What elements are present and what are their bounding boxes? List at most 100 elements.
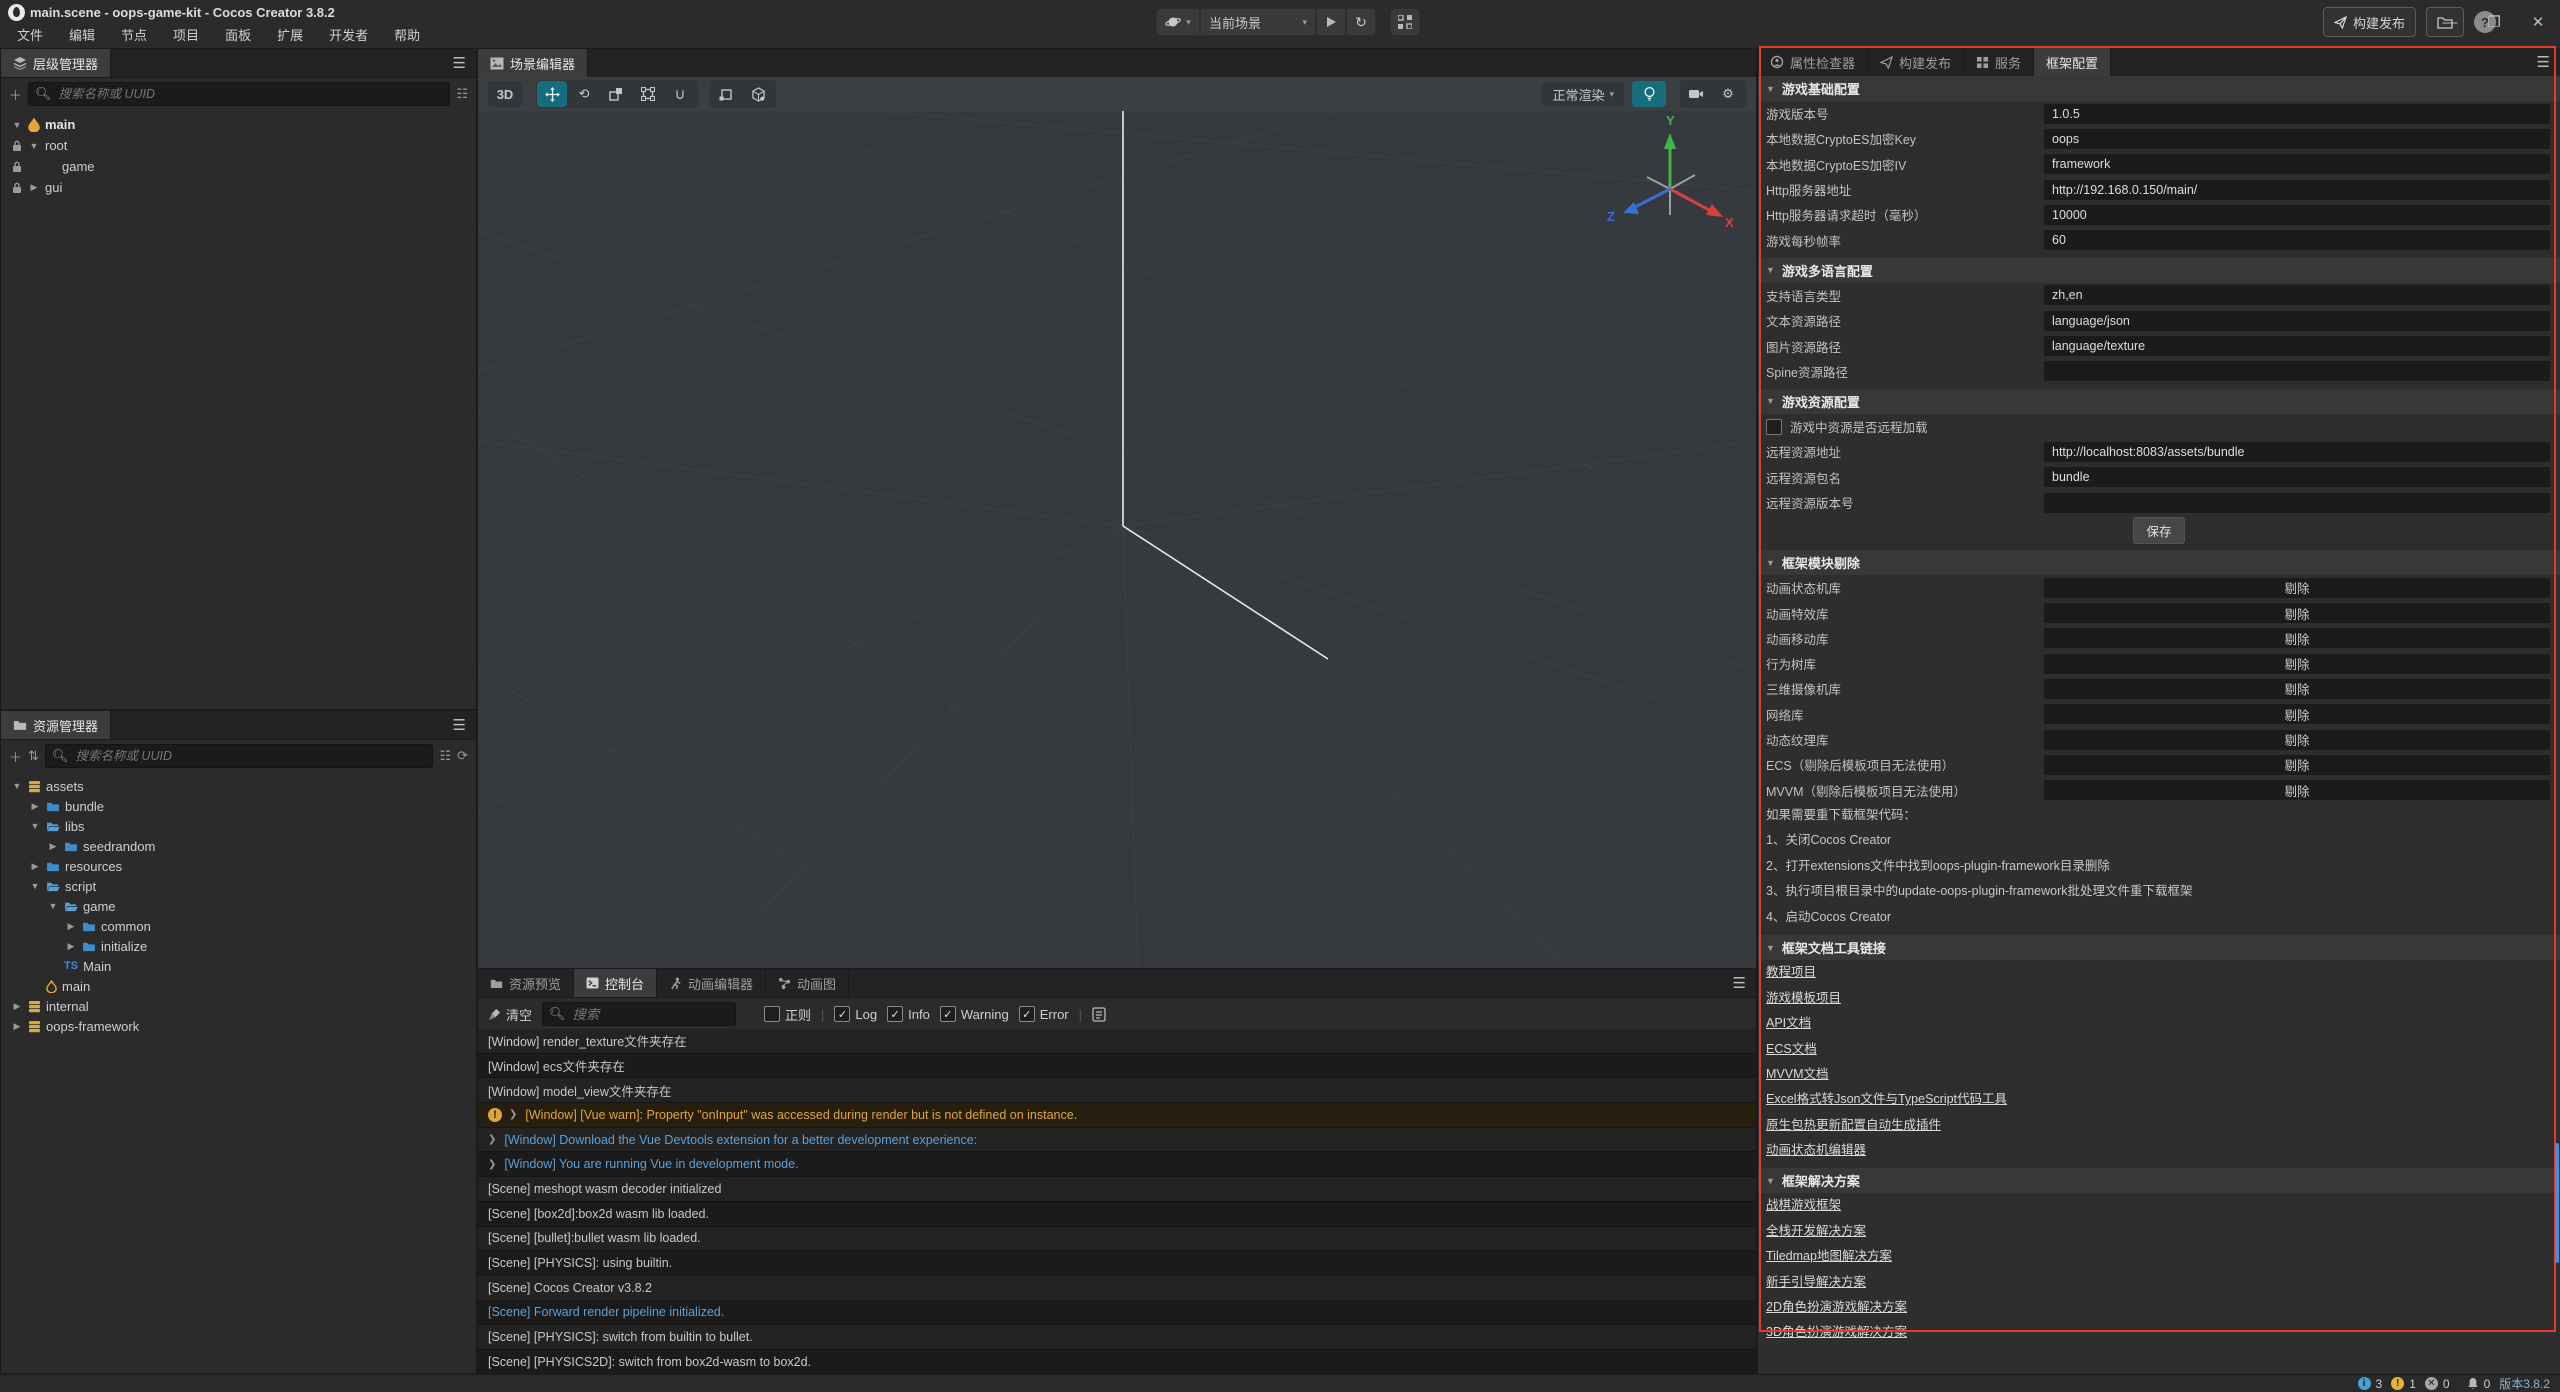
tab-asset-preview[interactable]: 资源预览 — [478, 969, 574, 997]
expand-icon[interactable]: ❯ — [509, 1109, 517, 1120]
menu-file[interactable]: 文件 — [4, 25, 56, 47]
minimize-button[interactable]: — — [2428, 14, 2472, 31]
scene-viewport[interactable]: Y X Z — [478, 111, 1756, 969]
tab-hierarchy[interactable]: 层级管理器 — [1, 49, 111, 77]
anchor-tool-button[interactable]: ∪ — [665, 81, 695, 107]
section-module-trim[interactable]: ▼框架模块剔除 — [1758, 550, 2560, 575]
section-doc-links[interactable]: ▼框架文档工具链接 — [1758, 935, 2560, 960]
console-message[interactable]: [Window] render_texture文件夹存在 — [478, 1029, 1756, 1054]
inspector-scrollbar-thumb[interactable] — [2555, 1143, 2559, 1263]
log-file-icon[interactable] — [1092, 1007, 1106, 1022]
console-message[interactable]: [Window] model_view文件夹存在 — [478, 1078, 1756, 1103]
scene-camera-button[interactable] — [1681, 81, 1711, 107]
hierarchy-search-input[interactable] — [57, 86, 444, 102]
sort-icon[interactable]: ⇅ — [28, 748, 39, 764]
link-wargame-framework[interactable]: 战棋游戏框架 — [1758, 1193, 2560, 1218]
error-count-icon[interactable]: ✕ — [2425, 1377, 2438, 1390]
tab-scene-editor[interactable]: 场景编辑器 — [478, 49, 588, 77]
link-excel-tool[interactable]: Excel格式转Json文件与TypeScript代码工具 — [1758, 1087, 2560, 1112]
menu-panel[interactable]: 面板 — [212, 25, 264, 47]
console-message-list[interactable]: [Window] render_texture文件夹存在 [Window] ec… — [478, 1029, 1756, 1373]
remove-move-button[interactable]: 剔除 — [2044, 628, 2550, 648]
link-ecs-docs[interactable]: ECS文档 — [1758, 1037, 2560, 1062]
asset-node-main-scene[interactable]: main — [1, 976, 476, 996]
menu-extension[interactable]: 扩展 — [264, 25, 316, 47]
remote-url-input[interactable]: http://localhost:8083/assets/bundle — [2044, 442, 2550, 462]
scale-tool-button[interactable] — [601, 81, 631, 107]
expand-icon[interactable]: ❯ — [488, 1134, 496, 1145]
axis-gizmo[interactable]: Y X Z — [1603, 111, 1738, 261]
console-message-info[interactable]: ❯[Window] You are running Vue in develop… — [478, 1152, 1756, 1177]
console-message-info[interactable]: [Scene] Forward render pipeline initiali… — [478, 1301, 1756, 1326]
filter-error-checkbox[interactable]: ✓Error — [1019, 1006, 1069, 1022]
section-resource-config[interactable]: ▼游戏资源配置 — [1758, 389, 2560, 414]
remove-network-button[interactable]: 剔除 — [2044, 704, 2550, 724]
expand-icon[interactable]: ❯ — [488, 1159, 496, 1170]
version-label[interactable]: 版本3.8.2 — [2499, 1375, 2550, 1392]
menu-developer[interactable]: 开发者 — [316, 25, 381, 47]
build-publish-button[interactable]: 构建发布 — [2323, 7, 2416, 37]
http-timeout-input[interactable]: 10000 — [2044, 205, 2550, 225]
chevron-open-icon[interactable]: ▼ — [11, 120, 23, 130]
console-message[interactable]: [Scene] meshopt wasm decoder initialized — [478, 1177, 1756, 1202]
refresh-icon[interactable]: ⟳ — [457, 748, 468, 764]
asset-node-oops-framework[interactable]: ▶ oops-framework — [1, 1016, 476, 1036]
clear-console-button[interactable]: 清空 — [488, 1005, 532, 1024]
asset-node-seedrandom[interactable]: ▶ seedrandom — [1, 836, 476, 856]
hierarchy-search-box[interactable]: 🔍︎ — [28, 82, 450, 106]
close-button[interactable]: ✕ — [2516, 13, 2560, 31]
console-message[interactable]: [Scene] [box2d]:box2d wasm lib loaded. — [478, 1202, 1756, 1227]
console-message[interactable]: [Scene] [PHYSICS]: using builtin. — [478, 1251, 1756, 1276]
tab-assets[interactable]: 资源管理器 — [1, 711, 111, 739]
tab-animation-editor[interactable]: 动画编辑器 — [657, 969, 766, 997]
asset-node-libs[interactable]: ▼ libs — [1, 816, 476, 836]
language-types-input[interactable]: zh,en — [2044, 285, 2550, 305]
menu-help[interactable]: 帮助 — [381, 25, 433, 47]
link-tutorial-project[interactable]: 教程项目 — [1758, 960, 2560, 985]
remove-ecs-button[interactable]: 剔除 — [2044, 755, 2550, 775]
link-tiledmap-solution[interactable]: Tiledmap地图解决方案 — [1758, 1244, 2560, 1269]
tab-property-inspector[interactable]: 属性检查器 — [1758, 48, 1868, 76]
play-button[interactable] — [1316, 8, 1346, 36]
link-template-project[interactable]: 游戏模板项目 — [1758, 986, 2560, 1011]
console-message[interactable]: [Scene] [bullet]:bullet wasm lib loaded. — [478, 1227, 1756, 1252]
remove-effect-button[interactable]: 剔除 — [2044, 603, 2550, 623]
mode-3d-button[interactable]: 3D — [488, 81, 522, 107]
asset-node-game[interactable]: ▼ game — [1, 896, 476, 916]
remove-camera-button[interactable]: 剔除 — [2044, 679, 2550, 699]
render-mode-dropdown[interactable]: 正常渲染 ▾ — [1542, 82, 1624, 106]
link-hotupdate-plugin[interactable]: 原生包热更新配置自动生成插件 — [1758, 1113, 2560, 1138]
tab-build-publish[interactable]: 构建发布 — [1868, 48, 1964, 76]
assets-search-input[interactable] — [73, 748, 426, 764]
console-message[interactable]: [Scene] [PHYSICS2D]: switch from box2d-w… — [478, 1350, 1756, 1373]
asset-node-common[interactable]: ▶ common — [1, 916, 476, 936]
chevron-closed-icon[interactable]: ▶ — [28, 182, 40, 193]
tab-framework-config[interactable]: 框架配置 — [2034, 48, 2111, 76]
console-message[interactable]: [Scene] Cocos Creator v3.8.2 — [478, 1276, 1756, 1301]
scene-select-dropdown[interactable]: 当前场景 ▾ — [1200, 8, 1316, 36]
section-solutions[interactable]: ▼框架解决方案 — [1758, 1168, 2560, 1193]
menu-node[interactable]: 节点 — [108, 25, 160, 47]
assets-filter-icon[interactable]: ☷ — [439, 748, 451, 764]
assets-search-box[interactable]: 🔍︎ — [45, 744, 434, 768]
menu-project[interactable]: 项目 — [160, 25, 212, 47]
link-fullstack-solution[interactable]: 全栈开发解决方案 — [1758, 1219, 2560, 1244]
console-message[interactable]: [Window] ecs文件夹存在 — [478, 1054, 1756, 1079]
lock-icon[interactable] — [11, 182, 23, 194]
remove-animator-button[interactable]: 剔除 — [2044, 578, 2550, 598]
console-message-warning[interactable]: !❯[Window] [Vue warn]: Property "onInput… — [478, 1103, 1756, 1128]
console-search-box[interactable]: 🔍︎ — [542, 1002, 736, 1026]
remote-version-input[interactable] — [2044, 493, 2550, 513]
pivot-button[interactable] — [711, 81, 741, 107]
asset-node-script[interactable]: ▼ script — [1, 876, 476, 896]
coordinate-button[interactable] — [743, 81, 773, 107]
save-button[interactable]: 保存 — [2133, 517, 2184, 544]
remove-render-texture-button[interactable]: 剔除 — [2044, 730, 2550, 750]
tab-console[interactable]: 控制台 — [574, 969, 657, 997]
bell-icon[interactable] — [2467, 1377, 2479, 1390]
filter-warning-checkbox[interactable]: ✓Warning — [940, 1006, 1009, 1022]
http-server-input[interactable]: http://192.168.0.150/main/ — [2044, 180, 2550, 200]
remote-bundle-input[interactable]: bundle — [2044, 467, 2550, 487]
link-3drpg-solution[interactable]: 3D角色扮演游戏解决方案 — [1758, 1320, 2560, 1345]
hierarchy-node-game[interactable]: game — [1, 156, 476, 177]
